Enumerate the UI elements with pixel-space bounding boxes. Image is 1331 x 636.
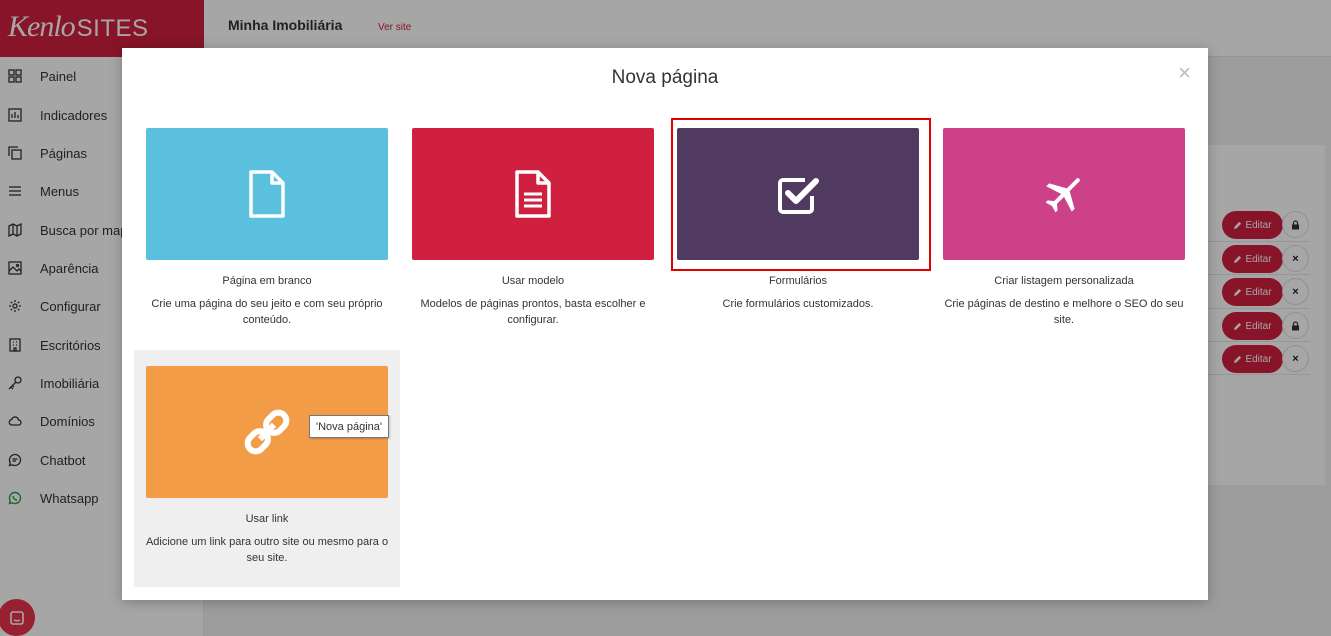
card-blank-page[interactable]: Página em branco Crie uma página do seu … (134, 116, 400, 336)
selection-highlight (671, 118, 931, 271)
card-description: Crie uma página do seu jeito e com seu p… (151, 298, 383, 326)
card-title: Usar modelo (501, 275, 565, 287)
card-use-link[interactable]: Usar link Adicione um link para outro si… (134, 350, 400, 587)
card-title: Usar link (245, 513, 289, 525)
modal-title: Nova página (611, 67, 719, 88)
link-icon (244, 409, 290, 455)
blank-page-icon (249, 170, 285, 218)
card-title: Criar listagem personalizada (994, 275, 1134, 287)
card-description: Crie formulários customizados. (722, 298, 874, 310)
card-custom-listing[interactable]: Criar listagem personalizada Crie página… (931, 116, 1197, 336)
card-description: Crie páginas de destino e melhore o SEO … (944, 298, 1184, 326)
card-use-template[interactable]: Usar modelo Modelos de páginas prontos, … (400, 116, 666, 336)
card-title: Página em branco (222, 275, 312, 287)
new-page-modal: Nova página × Página em branco Crie uma … (122, 48, 1208, 600)
card-title: Formulários (768, 275, 828, 287)
airplane-icon (1045, 178, 1080, 213)
tile-custom-listing[interactable] (943, 128, 1185, 260)
close-icon[interactable]: × (1178, 62, 1191, 84)
tooltip: 'Nova página' (309, 415, 389, 438)
tile-use-template[interactable] (412, 128, 654, 260)
card-description: Adicione um link para outro site ou mesm… (145, 536, 389, 564)
document-icon (515, 170, 551, 218)
card-description: Modelos de páginas prontos, basta escolh… (420, 298, 646, 326)
tile-blank-page[interactable] (146, 128, 388, 260)
